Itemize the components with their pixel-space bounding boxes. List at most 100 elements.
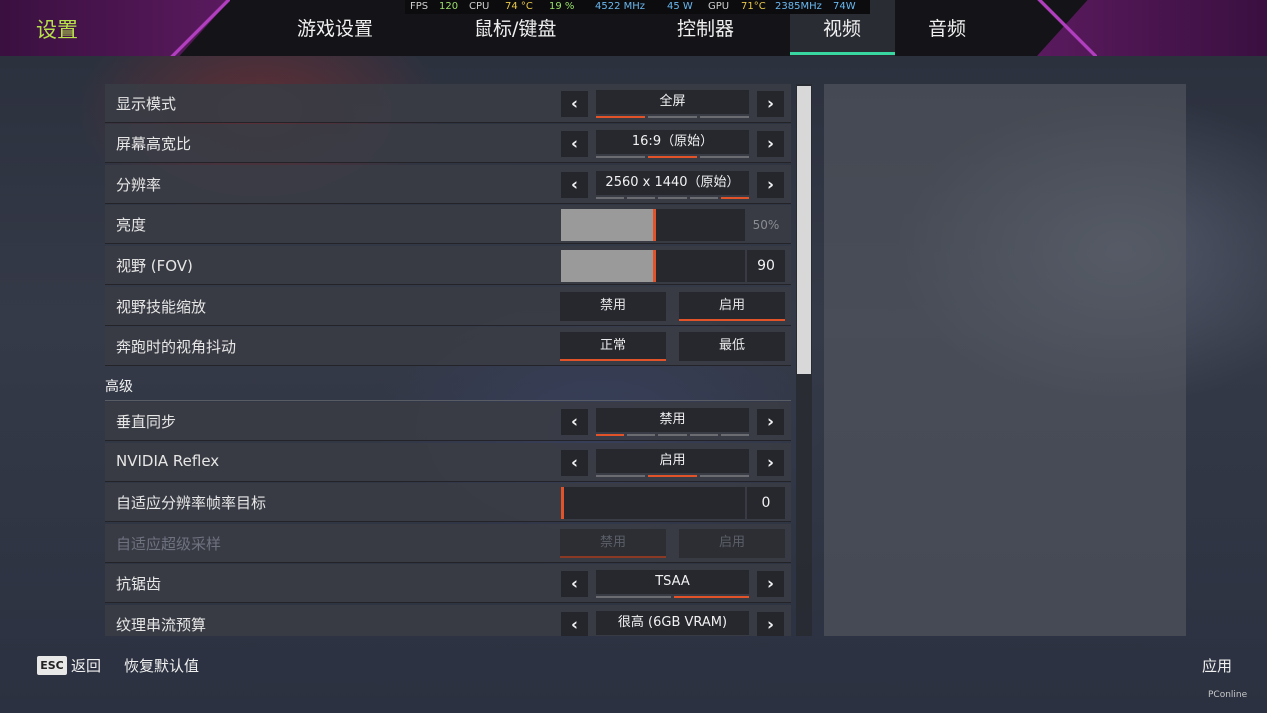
- row-label: 奔跑时的视角抖动: [116, 338, 237, 356]
- slider-handle[interactable]: [561, 487, 564, 519]
- adaptive-resolution-slider[interactable]: [561, 487, 745, 519]
- option-indicator: [596, 156, 749, 159]
- apply-button[interactable]: 应用: [1202, 655, 1232, 676]
- row-label: NVIDIA Reflex: [116, 452, 220, 470]
- row-display-mode: 显示模式 ‹ 全屏 ›: [105, 84, 791, 123]
- chevron-right-icon[interactable]: ›: [757, 409, 784, 435]
- row-label: 视野技能缩放: [116, 298, 207, 316]
- row-label: 屏幕高宽比: [116, 135, 192, 153]
- fps-value: 120: [439, 1, 459, 12]
- option-normal-button[interactable]: 正常: [560, 332, 666, 361]
- watermark: PConline: [1208, 690, 1248, 700]
- texture-streaming-value: 很高 (6GB VRAM): [596, 611, 749, 635]
- row-label: 自适应超级采样: [116, 535, 222, 553]
- option-indicator: [596, 197, 750, 200]
- option-disable-button[interactable]: 禁用: [560, 292, 666, 321]
- row-label: 垂直同步: [116, 413, 177, 431]
- chevron-left-icon[interactable]: ‹: [561, 612, 588, 636]
- tab-audio[interactable]: 音频: [928, 14, 966, 41]
- adaptive-resolution-value-input[interactable]: 0: [747, 487, 785, 519]
- chevron-right-icon[interactable]: ›: [757, 571, 784, 597]
- display-mode-value: 全屏: [596, 90, 749, 114]
- settings-title: 设置: [36, 18, 78, 42]
- chevron-left-icon[interactable]: ‹: [561, 91, 588, 117]
- right-wing-edge: [1037, 0, 1097, 56]
- tab-mouse-keyboard[interactable]: 鼠标/键盘: [474, 14, 556, 41]
- row-label: 纹理串流预算: [116, 616, 207, 634]
- row-anti-aliasing: 抗锯齿 ‹ TSAA ›: [105, 564, 791, 603]
- chevron-left-icon[interactable]: ‹: [561, 450, 588, 476]
- row-aspect-ratio: 屏幕高宽比 ‹ 16:9（原始） ›: [105, 124, 791, 163]
- row-brightness: 亮度 50%: [105, 205, 791, 244]
- cpu-load: 19 %: [549, 1, 575, 12]
- gpu-power: 74W: [833, 1, 856, 12]
- row-label: 视野 (FOV): [116, 257, 193, 275]
- vsync-value: 禁用: [596, 408, 749, 432]
- chevron-right-icon[interactable]: ›: [757, 131, 784, 157]
- option-enable-button[interactable]: 启用: [679, 292, 785, 321]
- brightness-slider[interactable]: [561, 209, 745, 241]
- option-indicator: [596, 475, 749, 478]
- chevron-left-icon[interactable]: ‹: [561, 131, 588, 157]
- row-adaptive-resolution-target: 自适应分辨率帧率目标 0: [105, 483, 791, 522]
- option-indicator: [596, 434, 750, 437]
- fov-value-input[interactable]: 90: [747, 250, 785, 282]
- nvidia-reflex-value: 启用: [596, 449, 749, 473]
- slider-handle[interactable]: [653, 250, 656, 282]
- tab-video[interactable]: 视频: [823, 14, 861, 41]
- cpu-power: 45 W: [667, 1, 693, 12]
- chevron-left-icon[interactable]: ‹: [561, 571, 588, 597]
- aspect-ratio-value: 16:9（原始）: [596, 130, 749, 154]
- scrollbar-thumb[interactable]: [797, 86, 811, 374]
- tab-game-settings[interactable]: 游戏设置: [297, 14, 373, 41]
- chevron-right-icon[interactable]: ›: [757, 612, 784, 636]
- left-wing-edge: [170, 0, 230, 56]
- row-vsync: 垂直同步 ‹ 禁用 ›: [105, 402, 791, 441]
- back-button[interactable]: 返回: [71, 655, 101, 676]
- row-fov: 视野 (FOV) 90: [105, 246, 791, 285]
- anti-aliasing-value: TSAA: [596, 570, 749, 594]
- option-minimal-button[interactable]: 最低: [679, 332, 785, 361]
- performance-overlay: FPS 120 CPU 74 °C 19 % 4522 MHz 45 W GPU…: [405, 0, 870, 14]
- brightness-value: 50%: [752, 218, 780, 232]
- option-enable-button: 启用: [679, 529, 785, 558]
- description-preview-panel: [824, 84, 1186, 636]
- cpu-clock: 4522 MHz: [595, 1, 646, 12]
- fps-label: FPS: [410, 1, 429, 12]
- row-label: 抗锯齿: [116, 575, 162, 593]
- fov-slider[interactable]: [561, 250, 745, 282]
- option-indicator: [596, 116, 749, 119]
- cpu-label: CPU: [469, 1, 490, 12]
- resolution-value: 2560 x 1440（原始）: [596, 171, 749, 195]
- cpu-temp: 74 °C: [505, 1, 533, 12]
- video-settings-panel: 显示模式 ‹ 全屏 › 屏幕高宽比 ‹ 16:9（原始） › 分辨率 ‹ 256…: [105, 84, 791, 636]
- chevron-right-icon[interactable]: ›: [757, 450, 784, 476]
- chevron-left-icon[interactable]: ‹: [561, 409, 588, 435]
- gpu-label: GPU: [708, 1, 730, 12]
- row-texture-streaming: 纹理串流预算 ‹ 很高 (6GB VRAM) ›: [105, 605, 791, 636]
- reset-defaults-button[interactable]: 恢复默认值: [124, 655, 199, 676]
- row-label: 分辨率: [116, 176, 162, 194]
- row-sprint-view-shake: 奔跑时的视角抖动 正常 最低: [105, 327, 791, 366]
- slider-handle[interactable]: [653, 209, 656, 241]
- option-indicator: [596, 596, 749, 599]
- option-disable-button: 禁用: [560, 529, 666, 558]
- slider-fill: [561, 209, 653, 241]
- chevron-right-icon[interactable]: ›: [757, 172, 784, 198]
- row-label: 自适应分辨率帧率目标: [116, 494, 267, 512]
- chevron-left-icon[interactable]: ‹: [561, 172, 588, 198]
- tab-controller[interactable]: 控制器: [677, 14, 734, 41]
- row-nvidia-reflex: NVIDIA Reflex ‹ 启用 ›: [105, 443, 791, 482]
- gpu-clock: 2385MHz: [775, 1, 822, 12]
- section-divider: [105, 400, 791, 401]
- row-label: 亮度: [116, 216, 147, 234]
- row-label: 显示模式: [116, 95, 177, 113]
- gpu-temp: 71°C: [741, 1, 766, 12]
- esc-key-icon[interactable]: ESC: [37, 656, 67, 675]
- row-adaptive-supersampling: 自适应超级采样 禁用 启用: [105, 524, 791, 563]
- chevron-right-icon[interactable]: ›: [757, 91, 784, 117]
- slider-fill: [561, 250, 653, 282]
- section-advanced-heading: 高级: [105, 379, 133, 395]
- row-resolution: 分辨率 ‹ 2560 x 1440（原始） ›: [105, 165, 791, 204]
- active-tab-underline: [790, 52, 895, 55]
